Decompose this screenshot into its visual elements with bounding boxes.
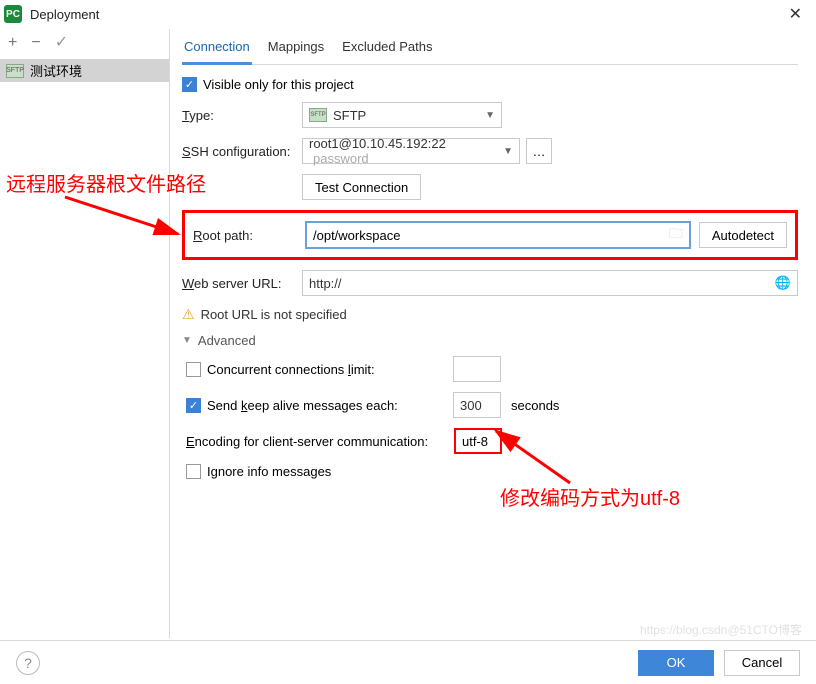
encoding-label: Encoding for client-server communication… <box>186 434 454 449</box>
weburl-label: Web server URL: <box>182 276 302 291</box>
add-icon[interactable]: + <box>8 35 17 51</box>
visible-only-label: Visible only for this project <box>203 77 354 92</box>
globe-icon[interactable]: 🌐 <box>775 275 791 291</box>
keepalive-label: Send keep alive messages each: <box>207 398 453 413</box>
app-icon: PC <box>4 5 22 23</box>
sftp-badge-icon: SFTP <box>6 64 24 78</box>
tab-mappings[interactable]: Mappings <box>266 35 326 64</box>
encoding-input[interactable] <box>454 428 502 454</box>
concurrent-checkbox[interactable] <box>186 362 201 377</box>
autodetect-button[interactable]: Autodetect <box>699 222 787 248</box>
folder-icon[interactable]: 🗀 <box>669 223 683 247</box>
ssh-more-button[interactable]: … <box>526 138 552 164</box>
tab-connection[interactable]: Connection <box>182 35 252 65</box>
keepalive-unit: seconds <box>511 398 559 413</box>
ignore-label: Ignore info messages <box>207 464 331 479</box>
tab-excluded[interactable]: Excluded Paths <box>340 35 434 64</box>
weburl-input[interactable]: http:// 🌐 <box>302 270 798 296</box>
cancel-button[interactable]: Cancel <box>724 650 800 676</box>
keepalive-input[interactable] <box>453 392 501 418</box>
warning-icon: ⚠ <box>182 306 195 323</box>
caret-down-icon: ▼ <box>485 110 495 121</box>
caret-down-icon: ▼ <box>503 146 513 157</box>
ignore-checkbox[interactable] <box>186 464 201 479</box>
remove-icon[interactable]: − <box>31 35 40 51</box>
type-dropdown[interactable]: SFTP SFTP ▼ <box>302 102 502 128</box>
advanced-toggle[interactable]: ▼ Advanced <box>182 333 798 348</box>
root-path-label: Root path: <box>193 228 305 243</box>
ok-button[interactable]: OK <box>638 650 714 676</box>
close-icon[interactable]: ✕ <box>781 2 810 26</box>
server-label: 测试环境 <box>30 61 82 80</box>
help-icon[interactable]: ? <box>16 651 40 675</box>
server-item[interactable]: SFTP 测试环境 <box>0 59 169 82</box>
concurrent-label: Concurrent connections limit: <box>207 362 453 377</box>
window-title: Deployment <box>30 7 99 22</box>
sftp-icon: SFTP <box>309 108 327 122</box>
ssh-config-dropdown[interactable]: root1@10.10.45.192:22 password ▼ <box>302 138 520 164</box>
check-icon[interactable]: ✓ <box>55 35 68 51</box>
sidebar: + − ✓ SFTP 测试环境 <box>0 29 170 638</box>
keepalive-checkbox[interactable]: ✓ <box>186 398 201 413</box>
test-connection-button[interactable]: Test Connection <box>302 174 421 200</box>
chevron-down-icon: ▼ <box>182 335 192 346</box>
concurrent-input[interactable] <box>453 356 501 382</box>
ssh-label: SSH configuration: <box>182 144 302 159</box>
root-path-highlight: Root path: /opt/workspace 🗀 Autodetect <box>182 210 798 260</box>
warn-text: Root URL is not specified <box>201 307 347 322</box>
type-label: Type: <box>182 108 302 123</box>
visible-only-checkbox[interactable]: ✓ <box>182 77 197 92</box>
root-path-input[interactable]: /opt/workspace 🗀 <box>305 221 691 249</box>
